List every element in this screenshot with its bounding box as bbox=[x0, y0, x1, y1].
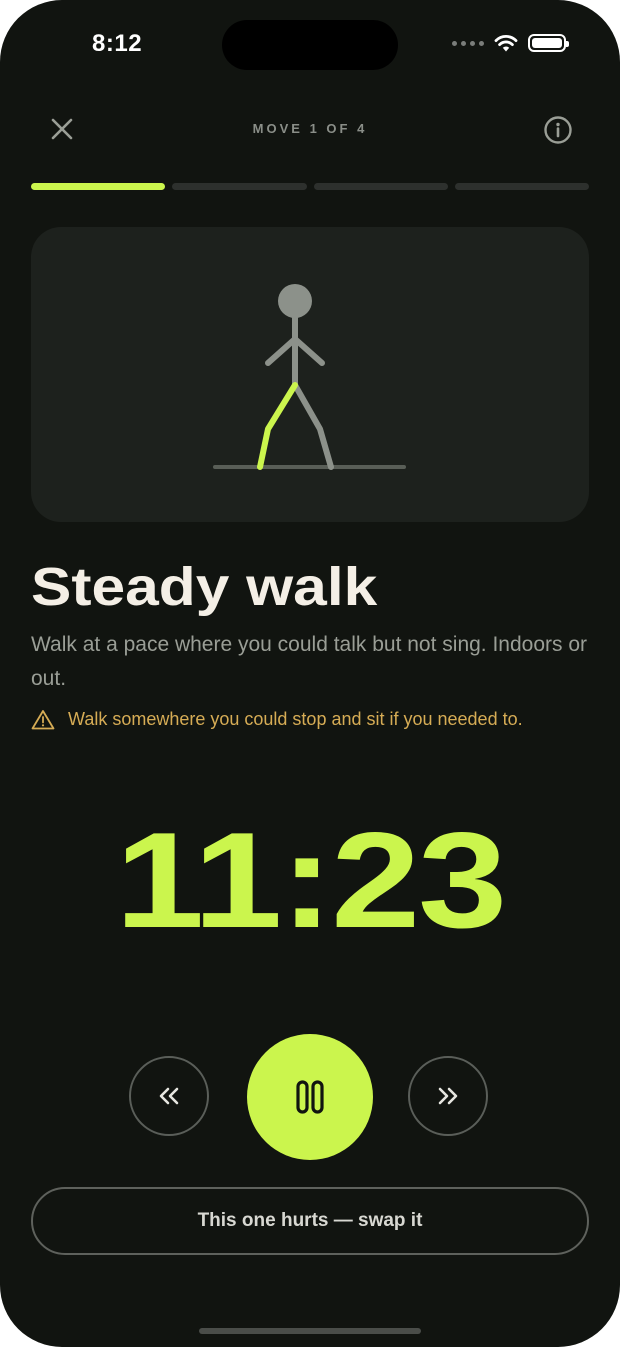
move-counter: MOVE 1 OF 4 bbox=[252, 121, 368, 136]
home-indicator[interactable] bbox=[199, 1328, 421, 1334]
dynamic-island bbox=[222, 20, 398, 70]
wifi-icon bbox=[494, 35, 518, 52]
countdown-timer: 11:23 bbox=[115, 804, 507, 956]
battery-icon bbox=[528, 34, 569, 52]
warning-triangle-icon bbox=[31, 710, 55, 730]
progress-segment bbox=[313, 183, 448, 190]
exercise-description: Walk at a pace where you could talk but … bbox=[31, 633, 588, 690]
forward-button[interactable] bbox=[408, 1056, 488, 1136]
walking-figure-icon bbox=[213, 284, 406, 470]
safety-warning-text: Walk somewhere you could stop and sit if… bbox=[68, 709, 523, 729]
safety-warning: Walk somewhere you could stop and sit if… bbox=[31, 709, 523, 730]
double-chevron-right-icon bbox=[438, 1087, 458, 1105]
app-screen: 8:12 MOVE 1 OF 4 Steady walk Walk at a p… bbox=[0, 0, 620, 1347]
progress-segment bbox=[172, 183, 307, 190]
status-time: 8:12 bbox=[92, 30, 143, 57]
move-progress-bar bbox=[31, 183, 589, 190]
progress-segment bbox=[454, 183, 589, 190]
pause-icon bbox=[296, 1080, 324, 1114]
pause-button[interactable] bbox=[247, 1034, 373, 1160]
double-chevron-left-icon bbox=[159, 1087, 179, 1105]
signal-dots-icon bbox=[452, 40, 484, 46]
exercise-illustration bbox=[31, 227, 589, 522]
swap-move-label: This one hurts — swap it bbox=[197, 1210, 423, 1231]
progress-segment bbox=[31, 183, 166, 190]
info-icon bbox=[544, 116, 572, 144]
exercise-title: Steady walk bbox=[31, 557, 378, 617]
status-icons bbox=[452, 33, 569, 53]
rewind-button[interactable] bbox=[129, 1056, 209, 1136]
info-button[interactable] bbox=[540, 112, 576, 148]
swap-move-button[interactable]: This one hurts — swap it bbox=[31, 1187, 589, 1255]
